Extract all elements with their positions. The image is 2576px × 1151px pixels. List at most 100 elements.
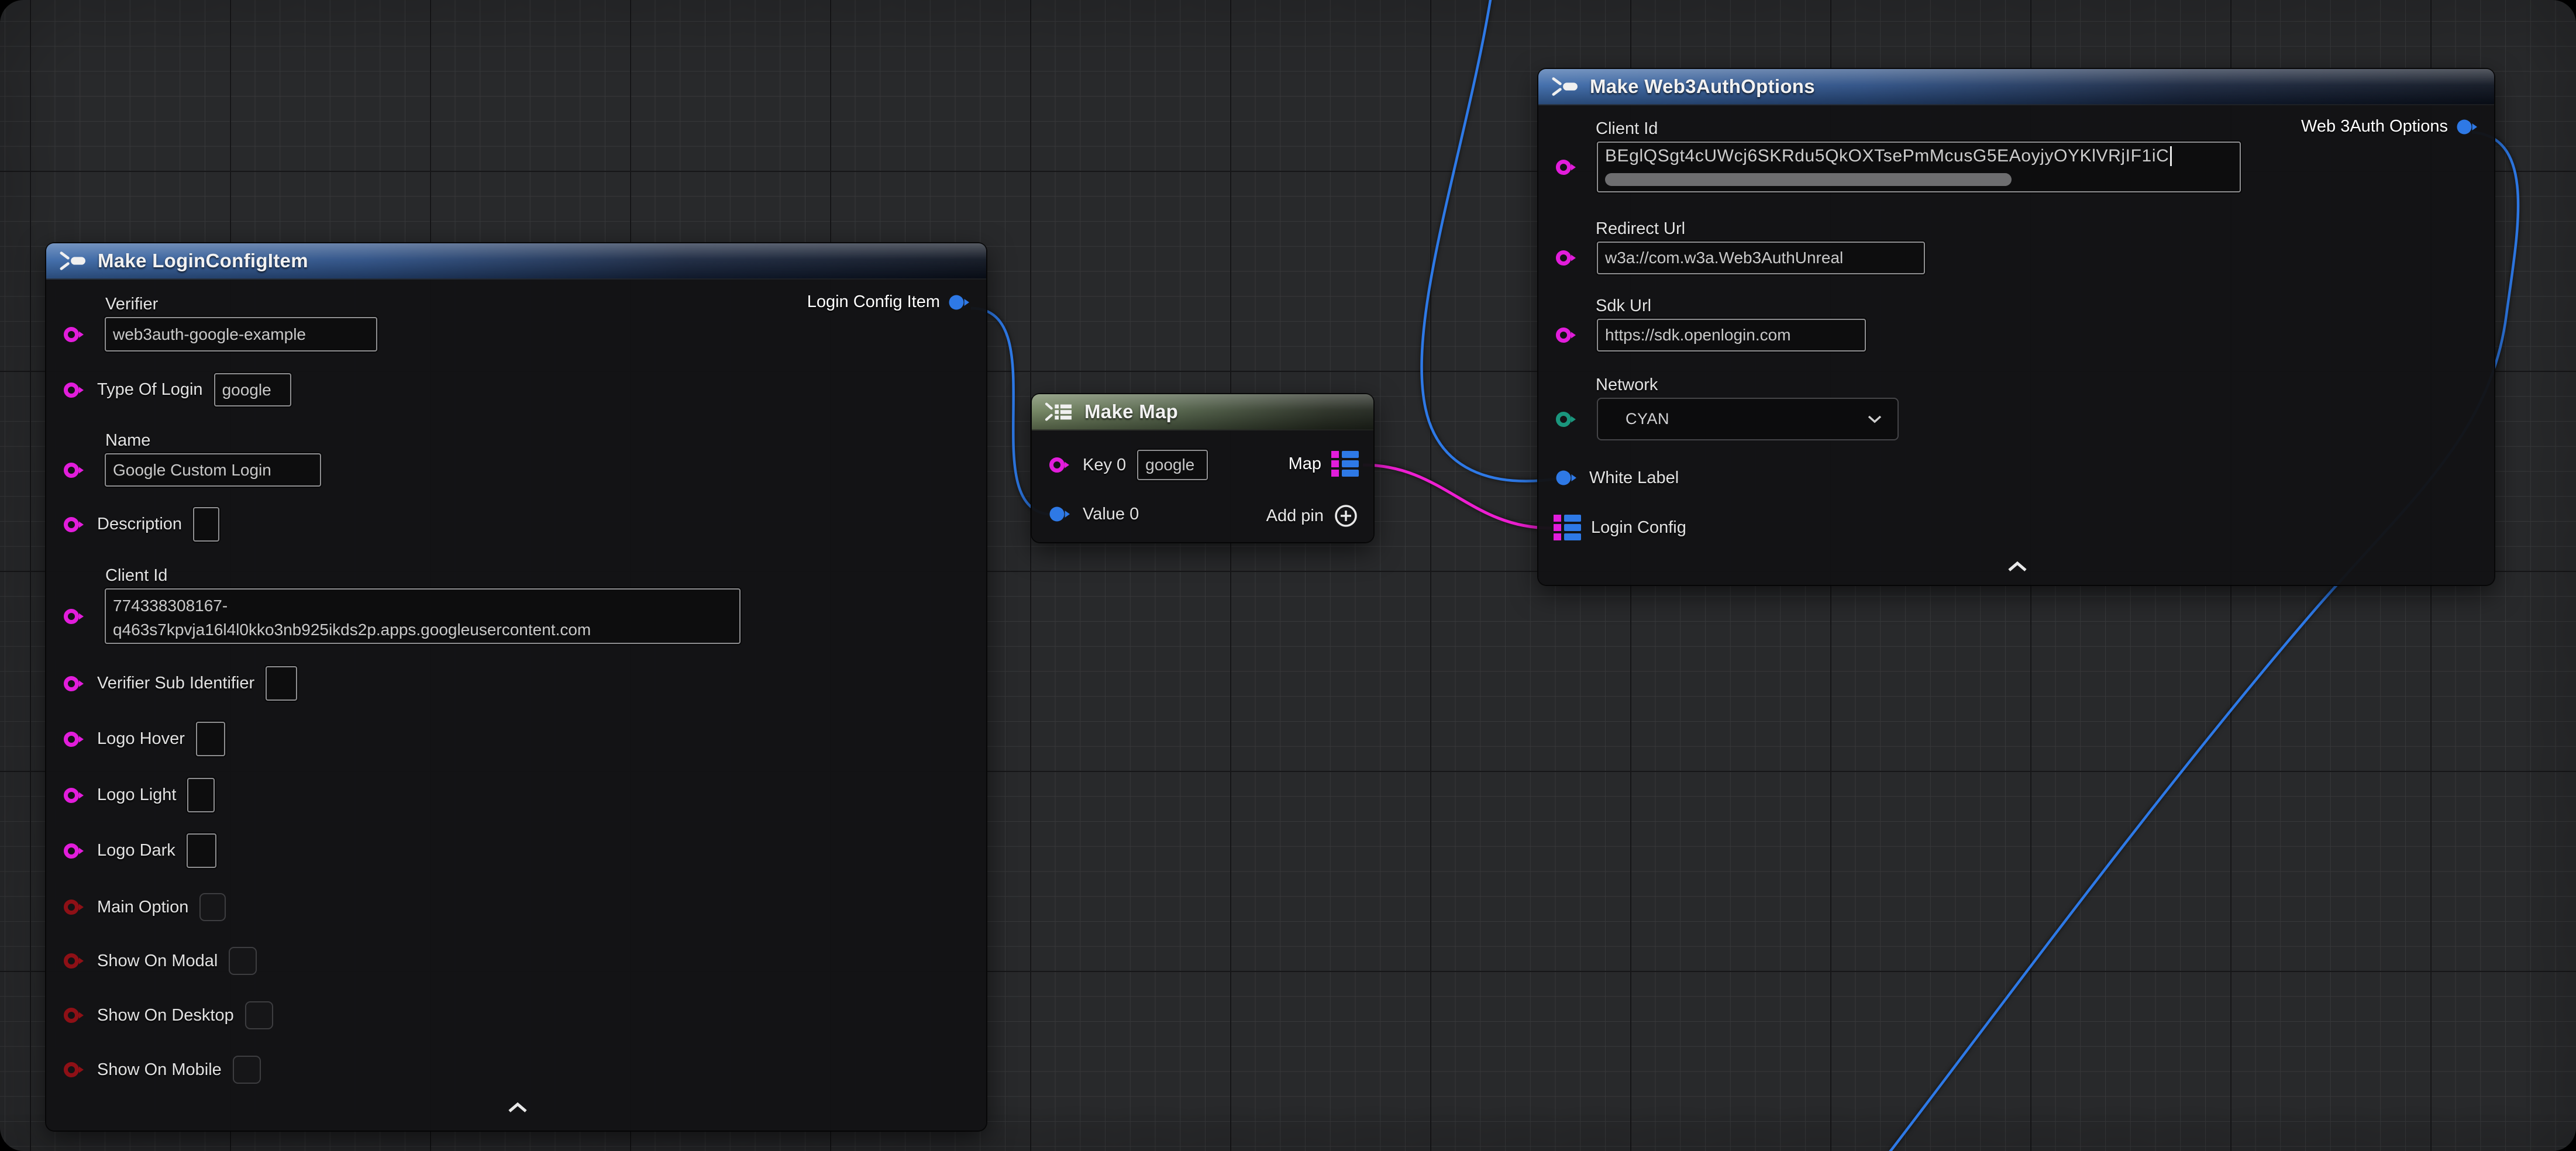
logo-dark-input[interactable] <box>187 833 216 868</box>
description-pin[interactable] <box>64 516 86 533</box>
login-config-item-output-pin[interactable] <box>949 294 971 311</box>
field-label-client-id: Client Id <box>105 566 167 585</box>
show-on-modal-checkbox[interactable] <box>229 947 257 975</box>
key0-input[interactable]: google <box>1137 450 1208 480</box>
add-pin-icon[interactable] <box>1333 503 1359 529</box>
client-id-input[interactable]: BEglQSgt4cUWcj6SKRdu5QkOXTsePmMcusG5EAoy… <box>1597 142 2241 192</box>
field-row-value0: Value 0 <box>1049 498 1139 530</box>
field-label-verifier: Verifier <box>105 295 158 314</box>
name-input[interactable]: Google Custom Login <box>105 453 321 487</box>
logo-hover-pin[interactable] <box>64 731 86 747</box>
field-label-white-label: White Label <box>1589 468 1679 488</box>
verifier-sub-identifier-input[interactable] <box>266 666 297 701</box>
field-label-logo-dark: Logo Dark <box>97 841 175 860</box>
field-label-show-on-mobile: Show On Mobile <box>97 1060 222 1080</box>
output-pin-row: Web 3Auth Options <box>2301 117 2479 136</box>
add-pin-row[interactable]: Add pin <box>1266 503 1359 529</box>
logo-light-pin[interactable] <box>64 787 86 804</box>
node-title: Make Web3AuthOptions <box>1590 75 1815 98</box>
logo-dark-pin[interactable] <box>64 843 86 859</box>
show-on-desktop-checkbox[interactable] <box>245 1001 273 1029</box>
logo-light-input[interactable] <box>187 778 215 812</box>
field-row-type-of-login: Type Of Login google <box>64 373 291 406</box>
field-label-logo-light: Logo Light <box>97 785 176 805</box>
node-header[interactable]: Make Web3AuthOptions <box>1538 69 2494 105</box>
field-label-login-config: Login Config <box>1591 518 1686 537</box>
white-label-pin[interactable] <box>1556 470 1578 486</box>
field-row-client-id: BEglQSgt4cUWcj6SKRdu5QkOXTsePmMcusG5EAoy… <box>1556 142 2241 192</box>
sdk-url-input[interactable]: https://sdk.openlogin.com <box>1597 319 1866 351</box>
network-pin[interactable] <box>1556 411 1578 428</box>
client-id-pin[interactable] <box>64 608 86 625</box>
field-row-key0: Key 0 google <box>1049 449 1208 481</box>
sdk-url-value: https://sdk.openlogin.com <box>1605 326 1791 344</box>
name-value: Google Custom Login <box>113 461 271 480</box>
main-option-pin[interactable] <box>64 899 86 915</box>
client-id-hscrollbar[interactable] <box>1605 173 2012 186</box>
field-row-network: CYAN <box>1556 398 1899 440</box>
map-output-pin-icon[interactable] <box>1331 451 1359 477</box>
field-row-show-on-desktop: Show On Desktop <box>64 1001 273 1029</box>
main-option-checkbox[interactable] <box>199 893 226 921</box>
wire-map-to-loginconfig[interactable] <box>1363 465 1551 528</box>
node-header[interactable]: Make LoginConfigItem <box>46 243 986 280</box>
client-id-pin[interactable] <box>1556 159 1578 175</box>
description-input[interactable] <box>193 507 219 542</box>
network-selected-value: CYAN <box>1626 410 1669 428</box>
field-row-name: Google Custom Login <box>64 453 321 487</box>
network-dropdown[interactable]: CYAN <box>1597 398 1899 440</box>
name-pin[interactable] <box>64 462 86 478</box>
type-of-login-input[interactable]: google <box>214 373 291 406</box>
verifier-sub-identifier-pin[interactable] <box>64 676 86 692</box>
client-id-value: 774338308167- q463s7kpvja16l4l0kko3nb925… <box>113 591 591 642</box>
show-on-desktop-pin[interactable] <box>64 1007 86 1024</box>
type-of-login-value: google <box>222 381 271 399</box>
collapse-node-icon[interactable] <box>2007 561 2028 573</box>
field-row-show-on-modal: Show On Modal <box>64 947 257 975</box>
field-row-description: Description <box>64 507 219 542</box>
field-label-client-id: Client Id <box>1596 119 1658 139</box>
field-row-logo-hover: Logo Hover <box>64 722 225 756</box>
field-row-main-option: Main Option <box>64 893 226 921</box>
login-config-pin-icon[interactable] <box>1554 515 1581 540</box>
field-label-network: Network <box>1596 375 1658 395</box>
show-on-modal-pin[interactable] <box>64 953 86 969</box>
show-on-mobile-pin[interactable] <box>64 1062 86 1078</box>
field-label-logo-hover: Logo Hover <box>97 729 185 749</box>
redirect-url-pin[interactable] <box>1556 250 1578 266</box>
key0-pin[interactable] <box>1049 457 1072 473</box>
field-label-key0: Key 0 <box>1083 456 1126 475</box>
node-make-loginconfigitem[interactable]: Make LoginConfigItem Login Config Item V… <box>46 243 986 1131</box>
sdk-url-pin[interactable] <box>1556 327 1578 343</box>
field-label-name: Name <box>105 431 150 450</box>
show-on-mobile-checkbox[interactable] <box>233 1056 261 1084</box>
collapse-node-icon[interactable] <box>507 1102 528 1114</box>
node-make-web3authoptions[interactable]: Make Web3AuthOptions Web 3Auth Options C… <box>1538 69 2494 585</box>
node-header[interactable]: Make Map <box>1032 394 1373 430</box>
output-pin-label: Login Config Item <box>807 292 940 312</box>
field-row-show-on-mobile: Show On Mobile <box>64 1056 261 1084</box>
field-label-show-on-desktop: Show On Desktop <box>97 1006 234 1025</box>
verifier-pin[interactable] <box>64 326 86 343</box>
redirect-url-input[interactable]: w3a://com.w3a.Web3AuthUnreal <box>1597 242 1925 274</box>
field-label-show-on-modal: Show On Modal <box>97 952 218 971</box>
web3auth-options-output-pin[interactable] <box>2457 119 2479 135</box>
field-row-login-config: Login Config <box>1554 512 1686 543</box>
node-title: Make Map <box>1084 401 1178 423</box>
value0-pin[interactable] <box>1049 506 1072 522</box>
node-make-map[interactable]: Make Map Key 0 google Map Value 0 Add pi… <box>1032 394 1373 542</box>
type-of-login-pin[interactable] <box>64 382 86 398</box>
map-output-label: Map <box>1289 454 1321 474</box>
client-id-value: BEglQSgt4cUWcj6SKRdu5QkOXTsePmMcusG5EAoy… <box>1605 143 2172 166</box>
client-id-input[interactable]: 774338308167- q463s7kpvja16l4l0kko3nb925… <box>105 588 741 644</box>
field-row-logo-light: Logo Light <box>64 778 215 812</box>
blueprint-graph-canvas[interactable]: Make LoginConfigItem Login Config Item V… <box>0 0 2576 1151</box>
dropdown-chevron-icon <box>1867 415 1882 423</box>
make-struct-icon <box>58 249 87 273</box>
add-pin-label: Add pin <box>1266 506 1324 526</box>
make-struct-icon <box>1550 74 1579 99</box>
field-row-white-label: White Label <box>1556 462 1679 494</box>
field-label-main-option: Main Option <box>97 898 188 917</box>
verifier-input[interactable]: web3auth-google-example <box>105 317 377 351</box>
logo-hover-input[interactable] <box>196 722 225 756</box>
